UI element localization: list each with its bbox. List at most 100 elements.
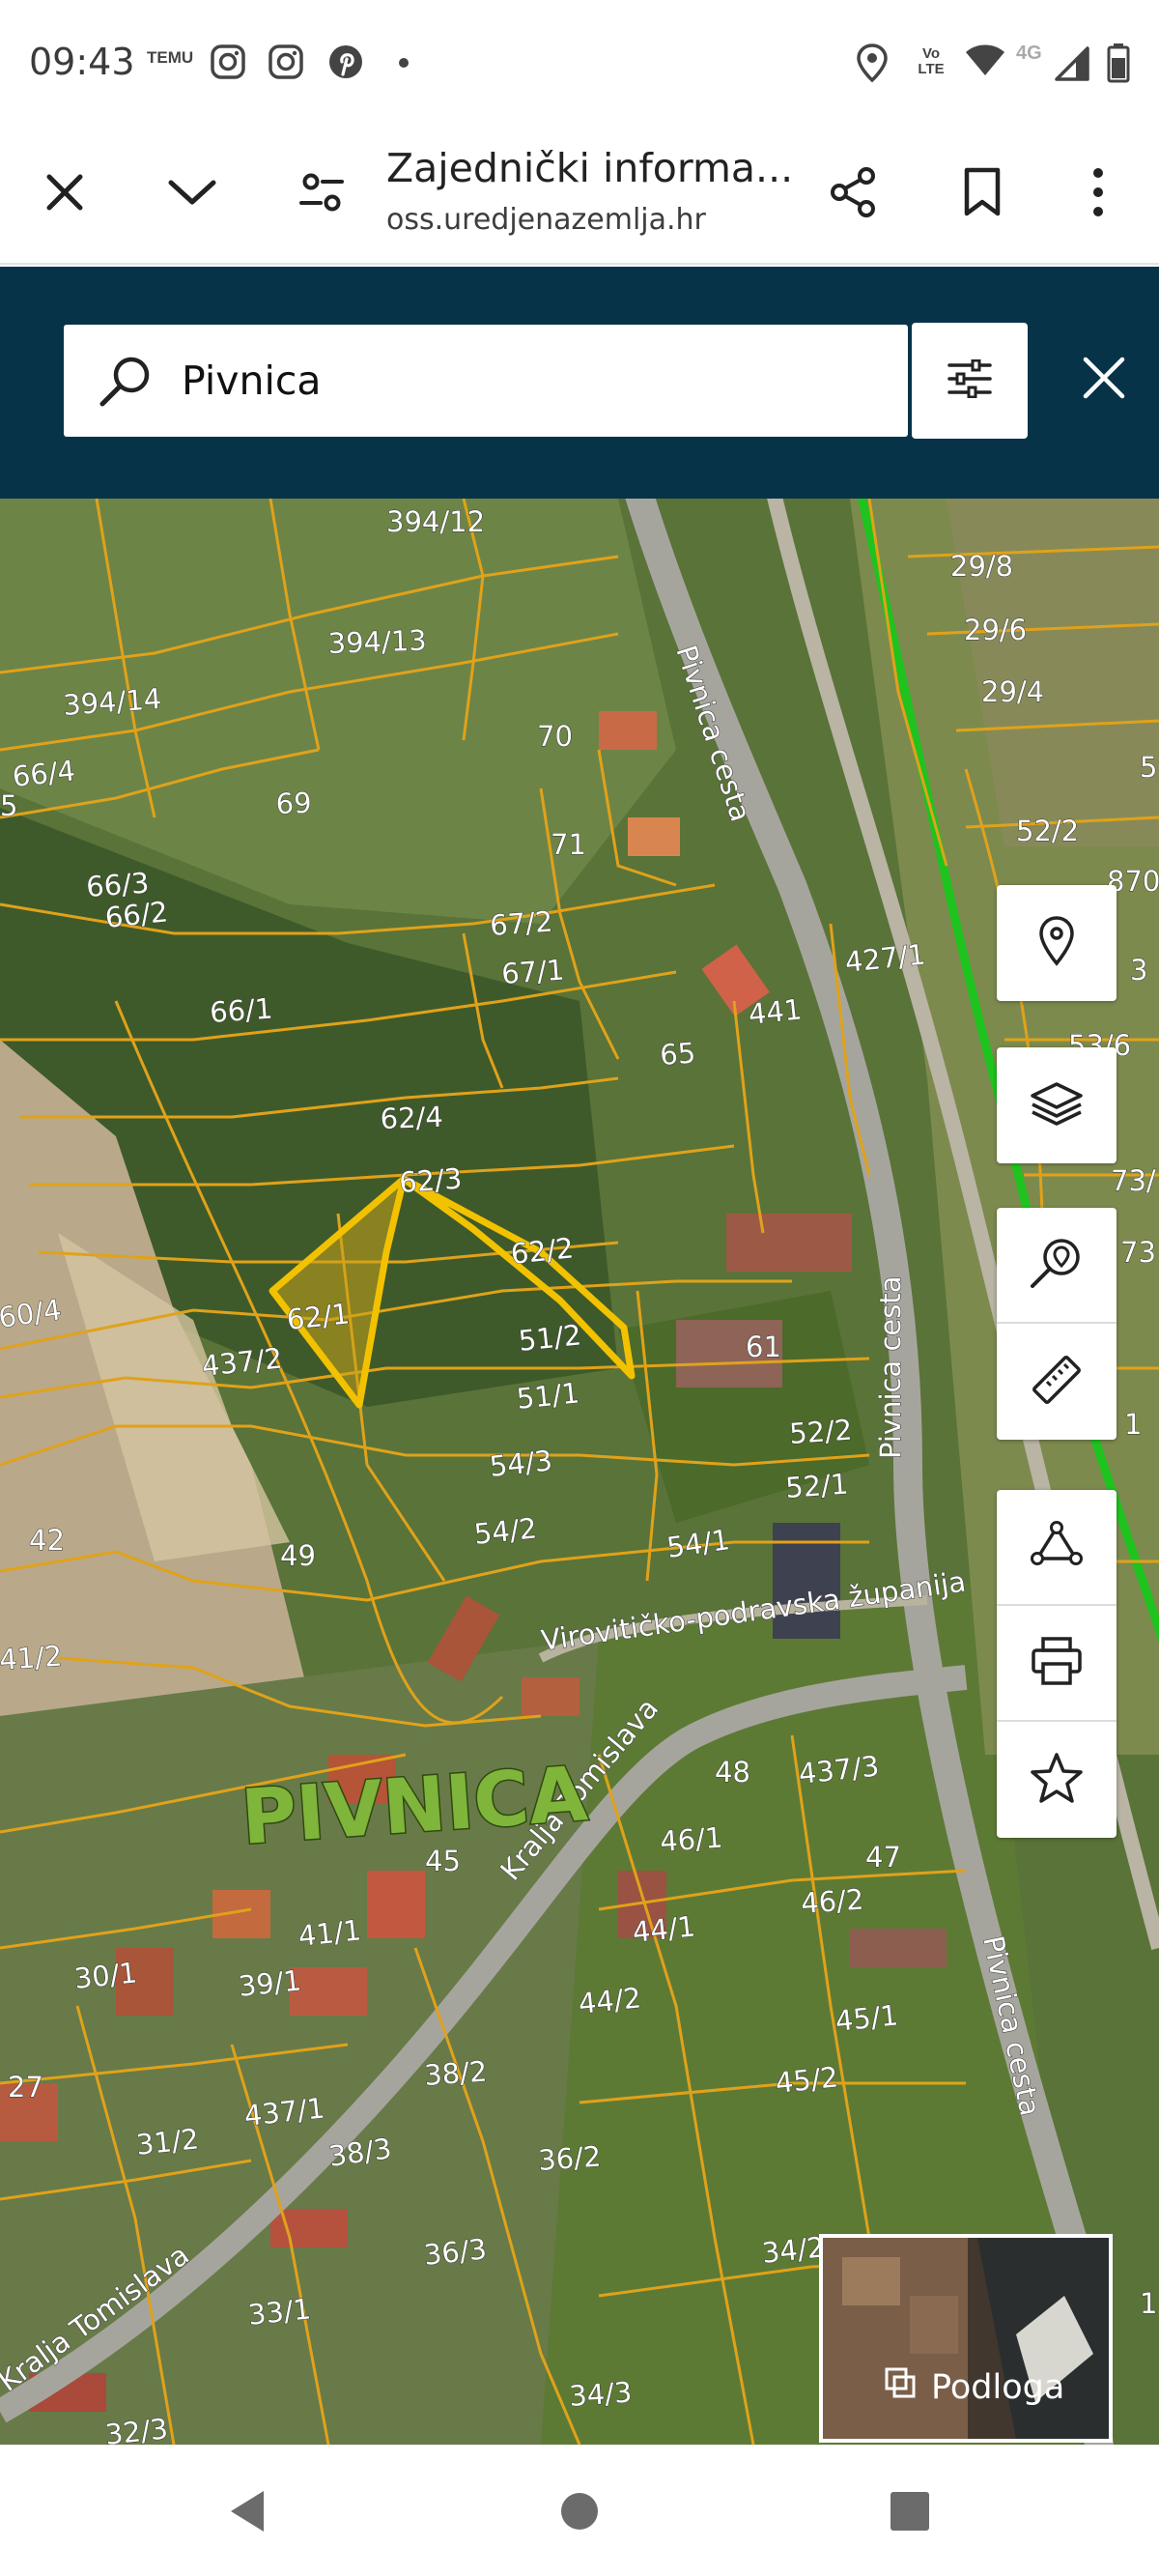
network-type: 4G (1016, 43, 1042, 64)
parcel-label: 3 (1130, 954, 1147, 987)
location-icon (856, 43, 889, 88)
parcel-label: 29/4 (981, 675, 1044, 708)
status-bar: 09:43 TEMU Vo LTE 4G (0, 0, 1159, 126)
screen: 09:43 TEMU Vo LTE 4G Zajednički informa.… (0, 0, 1159, 2576)
instagram-icon (209, 43, 247, 87)
search-band: Pivnica (0, 267, 1159, 499)
browser-toolbar: Zajednički informa... oss.uredjenazemlja… (0, 126, 1159, 265)
parcel-label: 54/3 (488, 1444, 553, 1483)
recents-icon[interactable] (881, 2482, 939, 2540)
parcel-label: 437/3 (797, 1749, 881, 1790)
parcel-label: 5 (0, 789, 17, 822)
parcel-label: 51/1 (515, 1376, 580, 1416)
parcel-label: 42 (29, 1524, 65, 1557)
map-tools-group-1b (997, 1047, 1117, 1163)
instagram-icon (267, 43, 305, 87)
dot-icon (396, 54, 411, 76)
site-settings-icon[interactable] (290, 160, 353, 224)
pinterest-icon (326, 43, 365, 87)
map-canvas[interactable]: 394/12 394/13 394/14 66/4 5 69 70 71 66/3 66/2 67/… (0, 499, 1159, 2445)
parcel-label: 30/1 (72, 1956, 138, 1995)
search-value: Pivnica (182, 358, 322, 404)
search-input[interactable]: Pivnica (64, 325, 908, 437)
parcel-label: 66/2 (103, 895, 169, 934)
status-time: 09:43 (29, 41, 135, 83)
parcel-label: 61 (746, 1331, 781, 1363)
parcel-label: 62/1 (285, 1297, 351, 1336)
back-icon[interactable] (218, 2482, 276, 2540)
parcel-label: 62/3 (398, 1162, 463, 1199)
layers-button[interactable] (997, 1047, 1117, 1163)
parcel-label: 427/1 (843, 937, 927, 979)
map-labels: 394/12394/13394/1466/45 69707166/366/2 67/… (0, 505, 1159, 2446)
parcel-label: 52/1 (784, 1468, 849, 1504)
parcel-label: 36/2 (537, 2140, 602, 2177)
parcel-label: 73 (1120, 1236, 1156, 1269)
parcel-label: 394/14 (62, 682, 162, 722)
parcel-label: 45 (425, 1845, 461, 1877)
parcel-label: 38/2 (423, 2055, 488, 2092)
location-button[interactable] (997, 885, 1117, 1001)
chevron-down-icon[interactable] (160, 160, 224, 224)
parcel-label: 62/4 (380, 1101, 443, 1135)
parcel-label: 38/3 (326, 2132, 393, 2173)
filter-button[interactable] (912, 323, 1028, 439)
parcel-label: 67/1 (500, 954, 565, 990)
parcel-label: 27 (8, 2071, 43, 2104)
search-icon (97, 354, 155, 415)
basemap-icon (883, 2365, 918, 2409)
parcel-label: 34/2 (760, 2230, 826, 2270)
home-icon[interactable] (551, 2482, 608, 2540)
parcel-label: 60/4 (0, 1293, 63, 1334)
parcel-label: 5 (1140, 751, 1157, 784)
parcel-label: 32/3 (103, 2412, 169, 2445)
map-tools-group-1 (997, 885, 1117, 1001)
parcel-label: 1 (1140, 2287, 1157, 2320)
parcel-label: 29/6 (964, 614, 1027, 646)
measure-button[interactable] (997, 1324, 1117, 1440)
star-icon (1029, 1751, 1085, 1810)
parcel-label: 45/1 (834, 1998, 899, 2038)
parcel-label: 52/2 (788, 1414, 853, 1450)
parcel-label: 1 (1124, 1408, 1142, 1441)
parcel-label: 33/1 (246, 2292, 312, 2332)
close-icon (1082, 356, 1126, 405)
parcel-label: 69 (275, 787, 312, 820)
parcel-label: 51/2 (517, 1318, 582, 1358)
parcel-label: 39/1 (237, 1963, 302, 2003)
more-icon[interactable] (1066, 160, 1130, 224)
close-icon[interactable] (33, 160, 97, 224)
map-tools-group-2 (997, 1208, 1117, 1440)
parcel-label: 41/1 (297, 1913, 362, 1953)
parcel-label: 394/13 (327, 623, 427, 660)
location-pin-icon (1037, 915, 1076, 972)
parcel-label: 49 (280, 1539, 316, 1572)
parcel-label: 52/2 (1016, 815, 1079, 847)
parcel-label: 46/2 (800, 1883, 864, 1920)
bookmark-icon[interactable] (950, 160, 1014, 224)
polygon-icon (1030, 1520, 1084, 1575)
polygon-button[interactable] (997, 1490, 1117, 1606)
basemap-switcher[interactable]: Podloga (819, 2234, 1113, 2443)
parcel-label: 44/2 (577, 1981, 642, 2020)
parcel-label: 54/1 (664, 1523, 731, 1564)
parcel-label: 66/4 (11, 754, 76, 793)
ruler-icon (1030, 1353, 1084, 1412)
page-title: Zajednički informa... (386, 145, 794, 191)
road-label: Pivnica cesta (976, 1932, 1047, 2118)
close-search-button[interactable] (1072, 348, 1136, 412)
battery-icon (1107, 43, 1130, 88)
search-location-button[interactable] (997, 1208, 1117, 1324)
parcel-label: 65 (659, 1036, 696, 1071)
parcel-label: 71 (551, 828, 586, 861)
parcel-label: 36/3 (422, 2232, 488, 2272)
parcel-label: 29/8 (950, 550, 1013, 583)
parcel-label: 394/12 (386, 505, 485, 538)
share-icon[interactable] (821, 160, 885, 224)
parcel-label: 62/2 (509, 1231, 575, 1271)
print-button[interactable] (997, 1606, 1117, 1722)
parcel-label: 41/2 (0, 1640, 63, 1676)
road-label: Pivnica cesta (874, 1276, 907, 1459)
page-url[interactable]: oss.uredjenazemlja.hr (386, 203, 706, 237)
favorite-button[interactable] (997, 1722, 1117, 1838)
